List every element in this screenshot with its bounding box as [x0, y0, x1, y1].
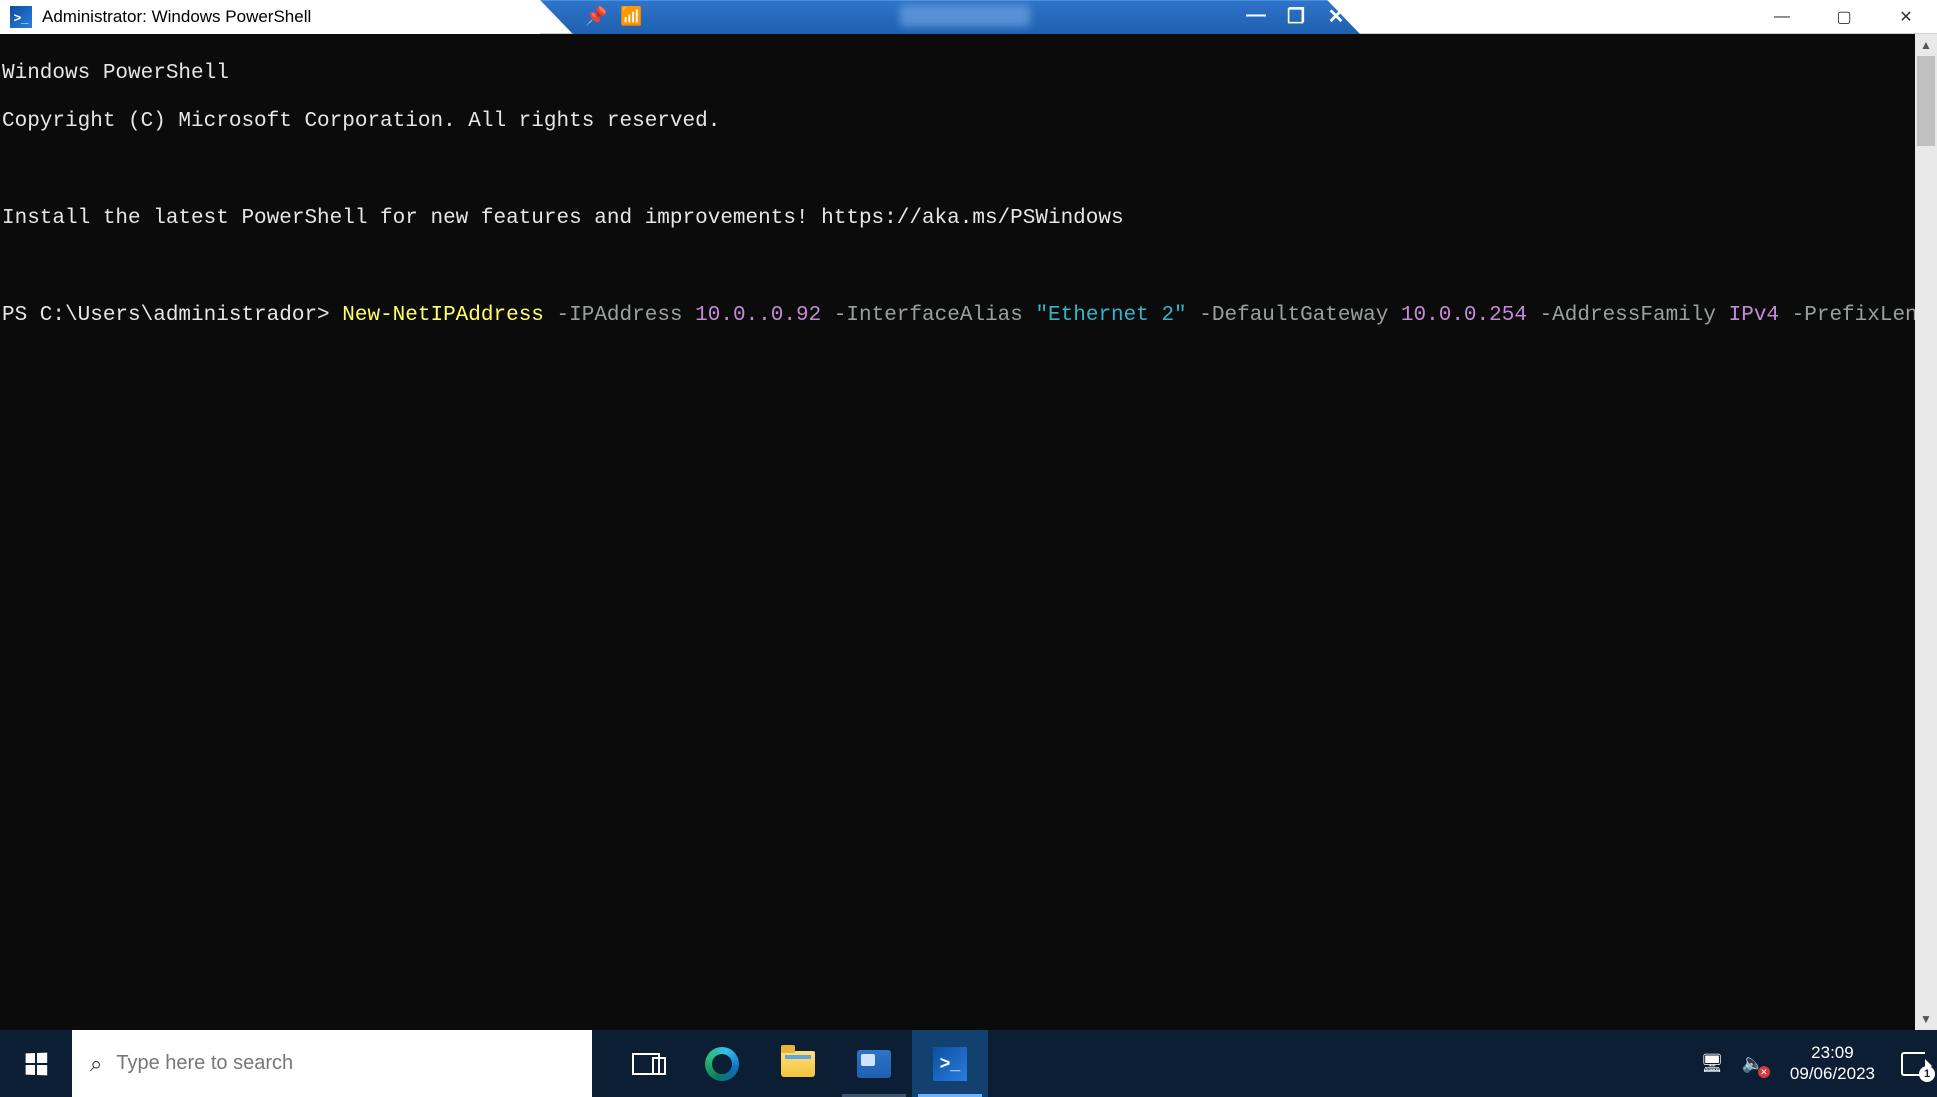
- scroll-thumb[interactable]: [1917, 56, 1935, 146]
- windows-logo-icon: [26, 1052, 48, 1075]
- terminal-line: Windows PowerShell: [2, 62, 1920, 86]
- task-view-icon: [632, 1053, 660, 1075]
- powershell-titlebar[interactable]: >_ Administrator: Windows PowerShell 📌 📶…: [0, 0, 1370, 34]
- taskbar-item-powershell[interactable]: >_: [912, 1030, 988, 1097]
- rdp-hostname-blurred: [900, 5, 1030, 27]
- rdp-minimize-button[interactable]: —: [1244, 4, 1268, 29]
- taskbar-item-rdc[interactable]: [836, 1030, 912, 1097]
- system-tray: 🖥 🔈✕ 23:09 09/06/2023 1: [1701, 1030, 1937, 1097]
- terminal-line: Install the latest PowerShell for new fe…: [2, 207, 1920, 231]
- notification-badge: 1: [1919, 1066, 1935, 1082]
- powershell-icon: >_: [10, 6, 32, 28]
- clock-time: 23:09: [1790, 1043, 1875, 1063]
- taskbar-item-explorer[interactable]: [760, 1030, 836, 1097]
- taskbar-search[interactable]: ⌕ Type here to search: [72, 1030, 592, 1097]
- search-placeholder: Type here to search: [116, 1052, 293, 1075]
- rdp-connection-icons: 📌 📶: [585, 6, 647, 27]
- clock-date: 09/06/2023: [1790, 1064, 1875, 1084]
- task-view-button[interactable]: [608, 1030, 684, 1097]
- start-button[interactable]: [0, 1030, 72, 1097]
- mute-badge-icon: ✕: [1758, 1066, 1770, 1078]
- rdp-restore-button[interactable]: ❐: [1284, 4, 1308, 29]
- scroll-up-button[interactable]: ▲: [1915, 34, 1937, 56]
- remote-desktop-icon: [857, 1050, 891, 1078]
- rdp-window-controls: — ❐ ✕: [1244, 4, 1348, 29]
- prompt-text: PS C:\Users\administrador>: [2, 304, 342, 327]
- search-icon: ⌕: [90, 1051, 102, 1077]
- host-maximize-button[interactable]: ▢: [1813, 0, 1875, 34]
- window-title: Administrator: Windows PowerShell: [42, 7, 311, 27]
- command-input[interactable]: New-NetIPAddress -IPAddress 10.0..0.92 -…: [342, 304, 1937, 327]
- terminal-line: [2, 255, 1920, 279]
- file-explorer-icon: [781, 1051, 815, 1077]
- taskbar-clock[interactable]: 23:09 09/06/2023: [1782, 1043, 1883, 1084]
- terminal-line: [2, 159, 1920, 183]
- terminal-line: Copyright (C) Microsoft Corporation. All…: [2, 110, 1920, 134]
- scroll-down-button[interactable]: ▼: [1915, 1008, 1937, 1030]
- rdp-close-button[interactable]: ✕: [1324, 4, 1348, 29]
- powershell-icon: >_: [933, 1047, 967, 1081]
- taskbar: ⌕ Type here to search >_ 🖥 🔈✕ 23:09 09/0…: [0, 1030, 1937, 1097]
- taskbar-item-edge[interactable]: [684, 1030, 760, 1097]
- edge-icon: [705, 1047, 739, 1081]
- terminal-scrollbar[interactable]: ▲ ▼: [1915, 34, 1937, 1030]
- terminal-prompt-line[interactable]: PS C:\Users\administrador> New-NetIPAddr…: [2, 304, 1920, 328]
- taskbar-items: >_: [608, 1030, 988, 1097]
- tray-display-icon[interactable]: 🖥: [1701, 1053, 1724, 1074]
- tray-volume-icon[interactable]: 🔈✕: [1741, 1053, 1763, 1074]
- terminal-viewport[interactable]: Windows PowerShell Copyright (C) Microso…: [0, 34, 1920, 1030]
- host-minimize-button[interactable]: —: [1751, 0, 1813, 34]
- host-close-button[interactable]: ✕: [1875, 0, 1937, 34]
- notification-center-button[interactable]: 1: [1901, 1052, 1925, 1076]
- host-window-controls: — ▢ ✕: [1751, 0, 1937, 34]
